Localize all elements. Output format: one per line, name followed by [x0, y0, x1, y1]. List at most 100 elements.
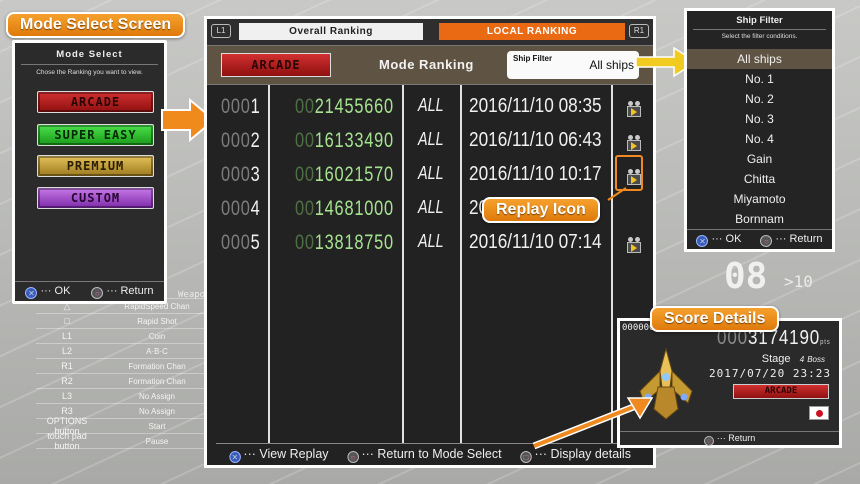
view-replay-label: ··· View Replay — [243, 446, 329, 461]
score-cell: 0013818750 — [295, 231, 394, 255]
ranking-header: ARCADE Mode Ranking Ship Filter All ship… — [207, 45, 653, 85]
mode-select-panel: Mode Select Chose the Ranking you want t… — [12, 40, 167, 304]
mode-premium-button[interactable]: PREMIUM — [37, 155, 154, 177]
ship-filter-option[interactable]: Bornnam — [687, 209, 832, 229]
score-value: 13818750 — [314, 231, 394, 254]
stage-label: Stage — [761, 353, 791, 365]
ship-cell: ALL — [418, 129, 444, 149]
bg-control-row: □ Rapid Shot — [36, 314, 216, 329]
ship-filter-options: All ships No. 1 No. 2 No. 3 No. 4 Gain Chitta M… — [687, 49, 832, 229]
rank-number: 0001 — [221, 95, 261, 119]
bg-control-row: touch pad button Pause — [36, 431, 216, 451]
r1-button-icon[interactable]: R1 — [629, 24, 649, 38]
score-leading-zeros: 00 — [295, 95, 315, 118]
view-replay-hint[interactable]: ✕ ··· View Replay — [229, 446, 329, 463]
return-mode-hint[interactable]: ○ ··· Return to Mode Select — [347, 446, 502, 463]
ranking-row[interactable]: 0001 0021455660 ALL 2016/11/10 08:35 — [207, 95, 653, 129]
bg-counter-sub: >10 — [784, 272, 813, 291]
ranking-row[interactable]: 0002 0016133490 ALL 2016/11/10 06:43 — [207, 129, 653, 163]
cross-button-icon: ✕ — [229, 451, 241, 463]
ship-filter-option[interactable]: Miyamoto — [687, 189, 832, 209]
rank-leading-zeros: 000 — [221, 95, 251, 118]
bg-control-key: R3 — [61, 406, 73, 416]
tab-local-ranking[interactable]: LOCAL RANKING — [439, 23, 625, 40]
ship-filter-option[interactable]: Gain — [687, 149, 832, 169]
mode-select-subtitle: Chose the Ranking you want to view. — [36, 69, 143, 76]
ship-filter-option[interactable]: Chitta — [687, 169, 832, 189]
rank-number: 0005 — [221, 231, 261, 255]
l1-button-icon[interactable]: L1 — [211, 24, 231, 38]
circle-button-icon: ○ — [347, 451, 359, 463]
return-mode-label: ··· Return to Mode Select — [361, 446, 502, 461]
rank-digit: 1 — [250, 95, 261, 118]
bg-control-action: Coin — [148, 331, 166, 341]
return-hint[interactable]: ○ ··· Return — [760, 233, 822, 247]
rank-leading-zeros: 000 — [221, 129, 251, 152]
return-label: ··· Return — [716, 433, 756, 443]
callout-connector — [607, 187, 627, 201]
ship-filter-option[interactable]: All ships — [687, 49, 832, 69]
ship-filter-option[interactable]: No. 2 — [687, 89, 832, 109]
bg-control-action: A·B·C — [146, 346, 168, 356]
ship-filter-option[interactable]: No. 4 — [687, 129, 832, 149]
ship-filter-footer: ✕ ··· OK ○ ··· Return — [687, 229, 832, 249]
score-leading-zeros: 00 — [295, 197, 315, 220]
score-details-callout: Score Details — [650, 306, 780, 332]
ship-filter-option[interactable]: No. 3 — [687, 109, 832, 129]
score-detail-stage: Stage 4 Boss — [762, 353, 825, 365]
mode-super-easy-button[interactable]: SUPER EASY — [37, 124, 154, 146]
ship-filter-subtitle: Select the filter conditions. — [721, 33, 798, 40]
ok-label: ··· OK — [40, 284, 71, 297]
mode-select-title: Mode Select — [56, 49, 123, 60]
score-unit: pts — [820, 339, 831, 346]
ship-filter-select[interactable]: Ship Filter All ships — [507, 51, 639, 79]
square-button-icon: □ — [520, 451, 532, 463]
ok-hint[interactable]: ✕ ··· OK — [25, 285, 70, 299]
bg-control-action: Start — [148, 421, 166, 431]
score-leading-zeros: 00 — [295, 129, 315, 152]
rank-number: 0003 — [221, 163, 261, 187]
ship-filter-option[interactable]: No. 1 — [687, 69, 832, 89]
score-leading-zeros: 00 — [295, 163, 315, 186]
score-cell: 0021455660 — [295, 95, 394, 119]
ranking-tabs: L1 Overall Ranking LOCAL RANKING R1 — [207, 19, 653, 45]
circle-button-icon: ○ — [703, 436, 714, 446]
ship-filter-label: Ship Filter — [513, 54, 553, 63]
return-label: ··· Return — [106, 284, 154, 297]
mode-arcade-button[interactable]: ARCADE — [37, 91, 154, 113]
ship-filter-panel: Ship Filter Select the filter conditions… — [684, 8, 835, 252]
bg-control-row: L2 A·B·C — [36, 344, 216, 359]
rank-digit: 2 — [250, 129, 261, 152]
score-value: 16133490 — [314, 129, 394, 152]
mode-select-callout: Mode Select Screen — [6, 12, 186, 38]
circle-button-icon: ○ — [760, 234, 773, 247]
bg-control-key: L2 — [61, 346, 72, 356]
ok-hint[interactable]: ✕ ··· OK — [696, 233, 741, 247]
cross-button-icon: ✕ — [25, 286, 38, 299]
score-value: 16021570 — [314, 163, 394, 186]
bg-control-action: Rapid Shot — [137, 316, 177, 326]
replay-icon[interactable] — [627, 101, 641, 117]
bg-controls-list: ✕Shot△RapidSpeed Chan□Rapid ShotL1CoinL2… — [36, 284, 216, 451]
replay-icon[interactable] — [627, 237, 641, 253]
bg-control-action: Formation Chan — [128, 361, 186, 371]
bg-control-key: L3 — [61, 391, 72, 401]
replay-icon[interactable] — [627, 135, 641, 151]
bg-control-key: R1 — [61, 361, 73, 371]
bg-control-key: L1 — [61, 331, 72, 341]
score-leading-zeros: 00 — [295, 231, 315, 254]
bg-counter: 08 — [724, 256, 768, 297]
rank-leading-zeros: 000 — [221, 163, 251, 186]
score-cell: 0016021570 — [295, 163, 394, 187]
rank-number: 0004 — [221, 197, 261, 221]
tab-overall-ranking[interactable]: Overall Ranking — [239, 23, 423, 40]
ranking-row[interactable]: 0005 0013818750 ALL 2016/11/10 07:14 — [207, 231, 653, 265]
rank-leading-zeros: 000 — [221, 197, 251, 220]
ship-cell: ALL — [418, 95, 444, 115]
ranking-row[interactable]: 0003 0016021570 ALL 2016/11/10 10:17 — [207, 163, 653, 197]
bg-control-action: No Assign — [138, 391, 176, 401]
mode-custom-button[interactable]: CUSTOM — [37, 187, 154, 209]
rank-digit: 4 — [250, 197, 261, 220]
circle-button-icon: ○ — [91, 286, 104, 299]
return-hint[interactable]: ○ ··· Return — [91, 285, 153, 299]
